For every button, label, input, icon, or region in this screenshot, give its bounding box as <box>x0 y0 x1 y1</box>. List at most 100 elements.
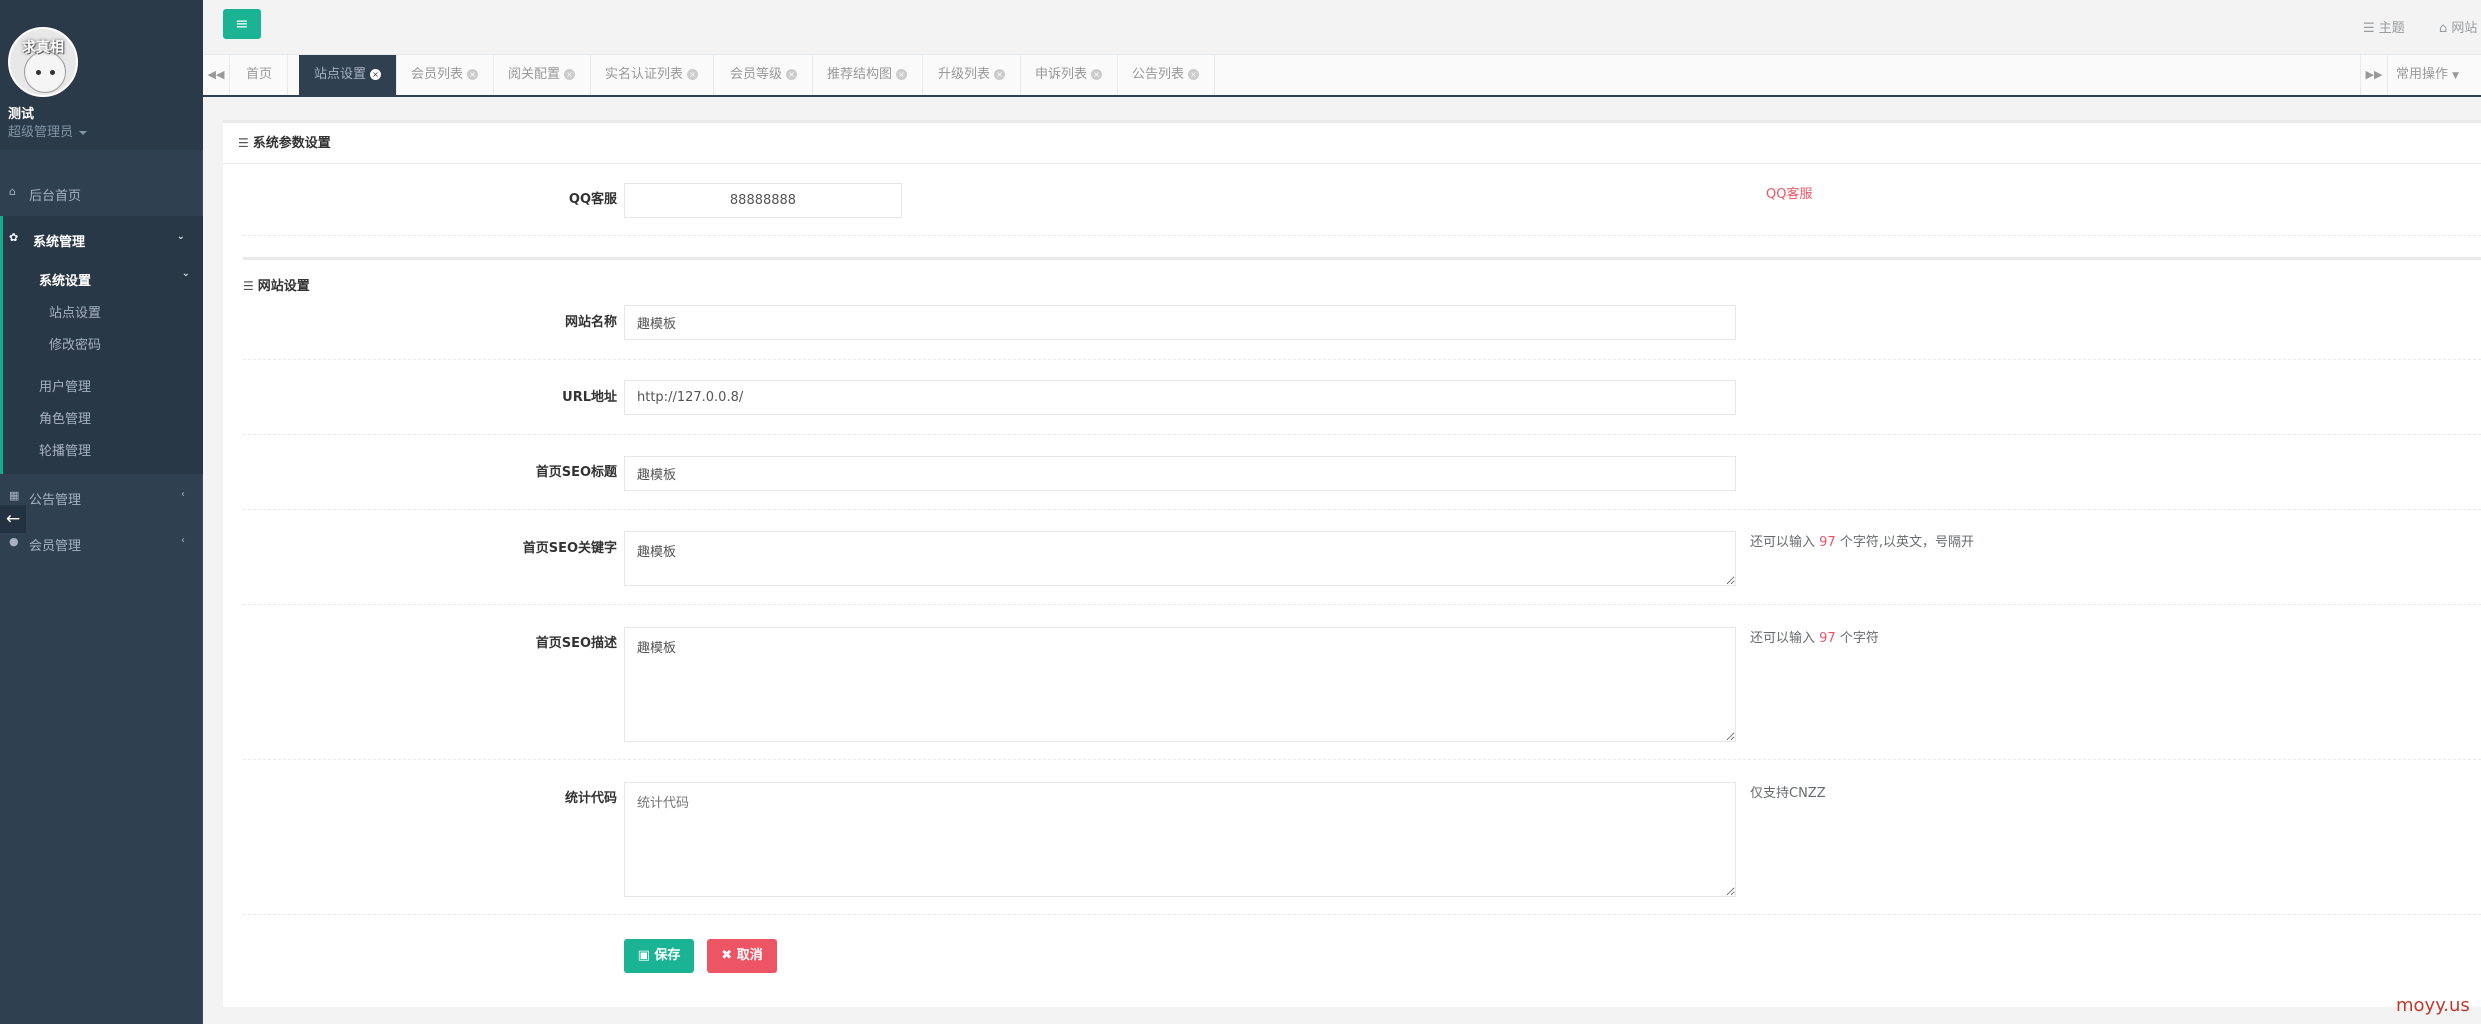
stats-code-textarea[interactable] <box>624 782 1736 897</box>
menu-toggle-button[interactable]: ≡ <box>223 9 261 39</box>
chevron-down-icon: ⌄ <box>176 231 185 242</box>
home-icon: ⌂ <box>9 185 16 198</box>
tab-member-level[interactable]: 会员等级 × <box>715 55 814 95</box>
divider <box>243 759 2481 760</box>
close-icon[interactable]: × <box>687 69 699 80</box>
site-name-input[interactable] <box>624 305 1736 340</box>
theme-label: 主题 <box>2378 21 2405 36</box>
tab-member-list[interactable]: 会员列表 × <box>396 55 495 95</box>
site-label: 网站 <box>2451 21 2478 36</box>
url-input[interactable] <box>624 380 1736 415</box>
tabs-scroll-right-icon[interactable]: ▶▶ <box>2360 55 2387 95</box>
sidebar-sub-user-mgmt[interactable]: 用户管理 <box>39 376 91 395</box>
close-icon[interactable]: × <box>370 69 382 80</box>
panel-title-text: 系统参数设置 <box>252 136 331 151</box>
caret-down-icon: ▼ <box>2452 71 2460 81</box>
site-link[interactable]: ⌂ 网站 <box>2439 17 2477 36</box>
close-icon[interactable]: × <box>1188 69 1200 80</box>
sidebar-item-label: 公告管理 <box>29 493 82 508</box>
sidebar-item-label: 后台首页 <box>29 189 82 204</box>
section-divider <box>243 257 2481 260</box>
divider <box>243 509 2481 510</box>
profile-area: 求真相 测试 超级管理员 <box>0 0 203 150</box>
sidebar: 求真相 测试 超级管理员 ⌂ 后台首页 ✿ 系统管理 ⌄ 系统设置 ⌄ 站点设置… <box>0 0 203 1024</box>
tab-config[interactable]: 阅关配置 × <box>493 55 592 95</box>
cancel-label: 取消 <box>736 948 763 963</box>
qq-label: QQ客服 <box>568 192 617 207</box>
tab-appeal-list[interactable]: 申诉列表 × <box>1020 55 1119 95</box>
hint-prefix: 还可以输入 <box>1750 535 1816 550</box>
tab-label: 会员等级 <box>730 67 783 82</box>
tab-label: 会员列表 <box>411 67 464 82</box>
hint-count: 97 <box>1819 631 1836 646</box>
user-icon: ● <box>9 535 19 548</box>
divider <box>243 434 2481 435</box>
list-icon: ☰ <box>2363 21 2375 36</box>
qq-input[interactable] <box>624 183 902 218</box>
tabs-ops-dropdown[interactable]: 常用操作 ▼ <box>2387 55 2481 95</box>
seo-desc-hint: 还可以输入 97 个字符 <box>1750 627 1879 646</box>
tab-label: 公告列表 <box>1132 67 1185 82</box>
sidebar-sub-change-password[interactable]: 修改密码 <box>49 334 101 353</box>
seo-desc-label: 首页SEO描述 <box>535 636 617 651</box>
tabs-bar: ◀◀ 首页 站点设置 × 会员列表 × 阅关配置 × 实名认证列表 × 会员等级 × 推荐… <box>203 55 2481 97</box>
close-icon[interactable]: × <box>1091 69 1103 80</box>
close-icon[interactable]: × <box>896 69 908 80</box>
tabs-scroll-left-icon[interactable]: ◀◀ <box>203 55 230 95</box>
tabs-ops-label: 常用操作 <box>2396 67 2449 82</box>
stats-code-hint: 仅支持CNZZ <box>1750 786 1826 801</box>
tab-label: 首页 <box>246 67 273 82</box>
save-icon: ▣ <box>637 948 650 963</box>
sidebar-sub-system-settings[interactable]: 系统设置 <box>39 270 91 289</box>
close-icon: ✖ <box>721 948 733 963</box>
list-icon: ☰ <box>243 279 254 293</box>
site-name-label: 网站名称 <box>564 315 617 330</box>
save-button[interactable]: ▣ 保存 <box>624 939 694 973</box>
hint-suffix: 个字符 <box>1839 631 1879 646</box>
sidebar-sub-site-settings[interactable]: 站点设置 <box>49 302 101 321</box>
close-icon[interactable]: × <box>564 69 576 80</box>
settings-panel: ☰系统参数设置 QQ客服 QQ客服 ☰网站设置 网站名称 URL地址 首页SEO… <box>223 120 2481 1007</box>
tab-referral-tree[interactable]: 推荐结构图 × <box>812 55 924 95</box>
close-icon[interactable]: × <box>786 69 798 80</box>
seo-keywords-label: 首页SEO关键字 <box>522 541 617 556</box>
section-title-text: 网站设置 <box>257 279 310 294</box>
seo-keywords-textarea[interactable]: 趣模板 <box>624 531 1736 586</box>
tab-upgrade-list[interactable]: 升级列表 × <box>923 55 1022 95</box>
divider <box>243 235 2481 236</box>
seo-title-input[interactable] <box>624 456 1736 491</box>
tab-label: 阅关配置 <box>508 67 561 82</box>
panel-title: ☰ 系统参数设置 <box>223 123 2481 164</box>
theme-link[interactable]: ☰ 主题 <box>2363 17 2405 36</box>
avatar-eye-right <box>50 70 55 75</box>
tab-label: 申诉列表 <box>1035 67 1088 82</box>
close-icon[interactable]: × <box>467 69 479 80</box>
arrow-left-icon[interactable]: ← <box>0 505 26 533</box>
notice-icon: ▦ <box>9 489 20 502</box>
chevron-down-icon: ⌄ <box>181 268 190 279</box>
tab-label: 站点设置 <box>314 67 367 82</box>
watermark: moyy.us <box>2396 995 2470 1016</box>
close-icon[interactable]: × <box>994 69 1006 80</box>
avatar-face <box>24 51 66 93</box>
save-label: 保存 <box>654 948 681 963</box>
user-name: 测试 <box>8 107 35 122</box>
user-role-label: 超级管理员 <box>8 125 74 140</box>
tab-notice-list[interactable]: 公告列表 × <box>1117 55 1216 95</box>
qq-hint: QQ客服 <box>1766 187 1813 202</box>
tab-label: 升级列表 <box>938 67 991 82</box>
tab-home[interactable]: 首页 <box>231 55 289 95</box>
hint-prefix: 还可以输入 <box>1750 631 1816 646</box>
cancel-button[interactable]: ✖ 取消 <box>707 939 777 973</box>
list-icon: ☰ <box>238 136 249 150</box>
seo-desc-textarea[interactable]: 趣模板 <box>624 627 1736 742</box>
sidebar-sub-carousel-mgmt[interactable]: 轮播管理 <box>39 440 91 459</box>
sidebar-sub-role-mgmt[interactable]: 角色管理 <box>39 408 91 427</box>
hint-suffix: 个字符,以英文，号隔开 <box>1839 535 1974 550</box>
hint-count: 97 <box>1819 535 1836 550</box>
divider <box>243 359 2481 360</box>
tab-realname-list[interactable]: 实名认证列表 × <box>590 55 715 95</box>
avatar[interactable]: 求真相 <box>8 27 78 97</box>
tab-site-settings[interactable]: 站点设置 × <box>299 55 398 95</box>
user-role-dropdown[interactable]: 超级管理员 <box>8 121 88 140</box>
